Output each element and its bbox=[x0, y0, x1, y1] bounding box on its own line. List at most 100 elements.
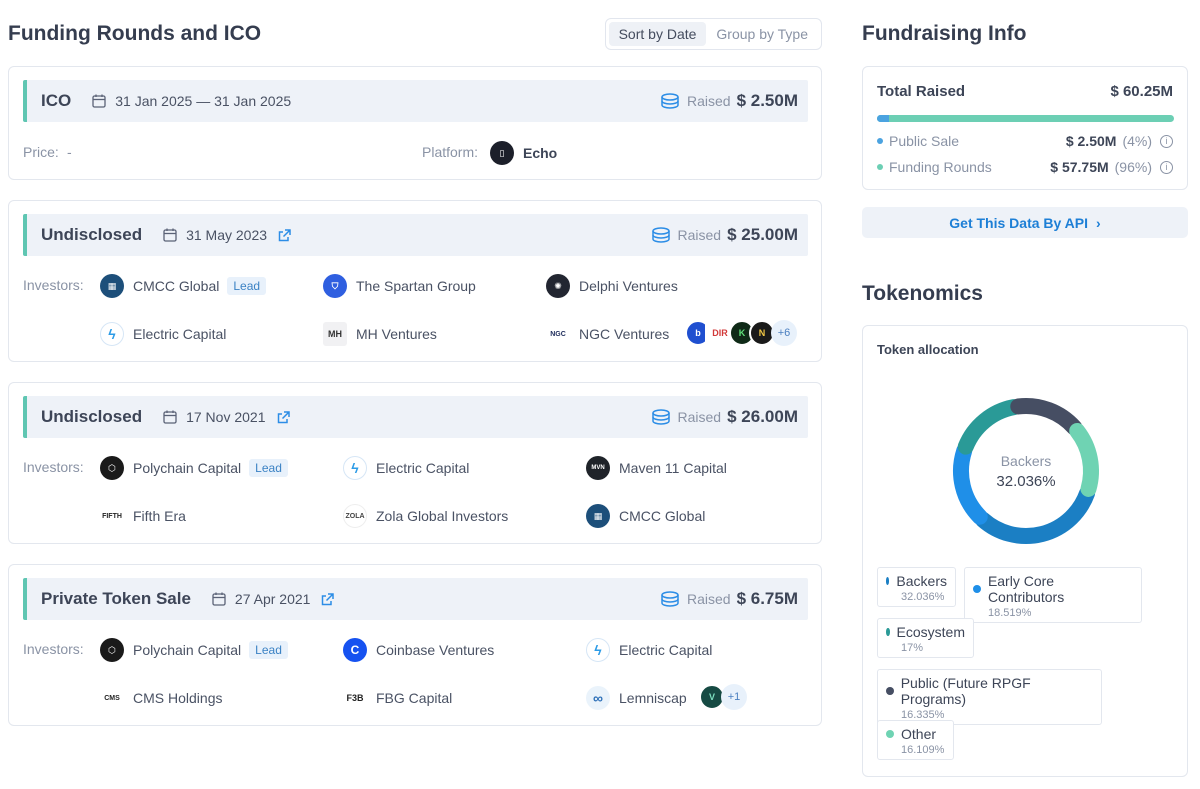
legend-item-public[interactable]: Public (Future RPGF Programs) 16.335% bbox=[877, 669, 1102, 725]
investor-item[interactable]: ϟ Electric Capital bbox=[100, 321, 226, 347]
total-raised-label: Total Raised bbox=[877, 83, 966, 100]
info-icon[interactable]: i bbox=[1160, 134, 1173, 148]
card-header: Undisclosed 17 Nov 2021 Raised $ 26.00M bbox=[23, 396, 808, 438]
card-header: Undisclosed 31 May 2023 Raised $ 25.00M bbox=[23, 214, 808, 256]
investor-item[interactable]: CMS CMS Holdings bbox=[100, 685, 222, 711]
investor-name: MH Ventures bbox=[356, 326, 437, 342]
investor-item[interactable]: ▦ CMCC Global Lead bbox=[100, 273, 267, 299]
legend-name: Early Core Contributors bbox=[987, 573, 1065, 605]
investor-name: Maven 11 Capital bbox=[619, 460, 727, 476]
investor-item[interactable]: ϟ Electric Capital bbox=[343, 455, 469, 481]
investor-item[interactable]: ✺ Delphi Ventures bbox=[546, 273, 678, 299]
mh-ventures-logo-icon: MH bbox=[323, 322, 347, 346]
card-date: 31 Jan 2025 — 31 Jan 2025 bbox=[91, 93, 291, 109]
polychain-capital-logo-icon: ⬡ bbox=[100, 456, 124, 480]
legend-item-other[interactable]: Other 16.109% bbox=[877, 720, 954, 760]
external-link-icon[interactable] bbox=[276, 410, 299, 425]
zola-global-logo-icon: ZOLA bbox=[343, 504, 367, 528]
card-title: Undisclosed bbox=[41, 407, 143, 426]
donut-center: Backers 32.036% bbox=[941, 386, 1111, 556]
ico-card: ICO 31 Jan 2025 — 31 Jan 2025 Raised $ 2… bbox=[8, 66, 822, 180]
external-link-icon[interactable] bbox=[320, 592, 343, 607]
raised-progress-bar bbox=[877, 115, 1174, 122]
sort-toggle: Sort by Date Group by Type bbox=[604, 18, 822, 50]
investor-name: Delphi Ventures bbox=[579, 278, 678, 294]
lemniscap-logo-icon: ∞ bbox=[586, 686, 610, 710]
investor-item[interactable]: NGC NGC Ventures bbox=[546, 321, 669, 347]
legend-pct: 16.109% bbox=[901, 744, 945, 756]
funding-rounds-label: Funding Rounds bbox=[889, 159, 992, 175]
public-sale-row: Public Sale $ 2.50M (4%) i bbox=[877, 133, 1173, 149]
card-header: Private Token Sale 27 Apr 2021 Raised $ … bbox=[23, 578, 808, 620]
maven-11-logo-icon: MVN bbox=[586, 456, 610, 480]
investor-name: NGC Ventures bbox=[579, 326, 670, 342]
more-investors-stack[interactable]: b DIR K N +6 bbox=[685, 320, 797, 346]
price-label: Price: bbox=[23, 144, 59, 160]
more-count: +6 bbox=[771, 320, 797, 346]
legend-item-early-core-contributors[interactable]: Early Core Contributors 18.519% bbox=[964, 567, 1142, 623]
investor-item[interactable]: MVN Maven 11 Capital bbox=[586, 455, 727, 481]
electric-capital-logo-icon: ϟ bbox=[100, 322, 124, 346]
legend-pct: 18.519% bbox=[988, 607, 1032, 619]
raised-amount: $ 25.00M bbox=[727, 225, 798, 244]
more-investors-stack[interactable]: V +1 bbox=[699, 684, 747, 710]
polychain-capital-logo-icon: ⬡ bbox=[100, 638, 124, 662]
investor-item[interactable]: FIFTH Fifth Era bbox=[100, 503, 186, 529]
fifth-era-logo-icon: FIFTH bbox=[100, 504, 124, 528]
spartan-group-logo-icon: ⛉ bbox=[323, 274, 347, 298]
investors-label: Investors: bbox=[23, 641, 84, 657]
funding-round-card: Undisclosed 17 Nov 2021 Raised $ 26.00M … bbox=[8, 382, 822, 544]
investor-item[interactable]: F3B FBG Capital bbox=[343, 685, 452, 711]
fundraising-info-card: Total Raised $ 60.25M Public Sale $ 2.50… bbox=[862, 66, 1188, 190]
coins-icon bbox=[661, 93, 679, 109]
investor-name: FBG Capital bbox=[376, 690, 453, 706]
legend-dot-icon bbox=[886, 730, 894, 738]
info-icon[interactable]: i bbox=[1160, 160, 1173, 174]
calendar-icon bbox=[163, 410, 177, 424]
fbg-capital-logo-icon: F3B bbox=[343, 686, 367, 710]
echo-logo-icon: ▯ bbox=[490, 141, 514, 165]
platform-label: Platform: bbox=[422, 144, 479, 160]
coinbase-ventures-logo-icon: C bbox=[343, 638, 367, 662]
electric-capital-logo-icon: ϟ bbox=[343, 456, 367, 480]
raised-label: Raised bbox=[677, 227, 722, 243]
card-date: 27 Apr 2021 bbox=[211, 591, 344, 607]
date-text: 27 Apr 2021 bbox=[234, 591, 311, 607]
lead-badge: Lead bbox=[249, 459, 288, 477]
external-link-icon[interactable] bbox=[277, 228, 300, 243]
investor-name: Zola Global Investors bbox=[376, 508, 509, 524]
sort-by-date-button[interactable]: Sort by Date bbox=[608, 22, 707, 46]
investor-item[interactable]: MH MH Ventures bbox=[323, 321, 437, 347]
legend-item-backers[interactable]: Backers 32.036% bbox=[877, 567, 956, 607]
investor-item[interactable]: ZOLA Zola Global Investors bbox=[343, 503, 508, 529]
funding-rounds-dot-icon bbox=[877, 164, 883, 170]
card-date: 17 Nov 2021 bbox=[162, 409, 298, 425]
legend-dot-icon bbox=[886, 577, 890, 585]
calendar-icon bbox=[163, 228, 177, 242]
investor-item[interactable]: ⛉ The Spartan Group bbox=[323, 273, 476, 299]
investor-item[interactable]: ⬡ Polychain Capital Lead bbox=[100, 637, 288, 663]
investor-item[interactable]: C Coinbase Ventures bbox=[343, 637, 494, 663]
funding-round-card: Undisclosed 31 May 2023 Raised $ 25.00M … bbox=[8, 200, 822, 362]
investor-item[interactable]: ⬡ Polychain Capital Lead bbox=[100, 455, 288, 481]
raised-info: Raised $ 25.00M bbox=[650, 214, 798, 256]
funding-rounds-value: $ 57.75M bbox=[1050, 159, 1109, 175]
investor-name: The Spartan Group bbox=[356, 278, 476, 294]
total-raised-value: $ 60.25M bbox=[1110, 83, 1173, 100]
api-button[interactable]: Get This Data By API › bbox=[862, 207, 1188, 238]
legend-item-ecosystem[interactable]: Ecosystem 17% bbox=[877, 618, 974, 658]
raised-amount: $ 2.50M bbox=[736, 91, 798, 110]
raised-info: Raised $ 6.75M bbox=[659, 578, 798, 620]
lead-badge: Lead bbox=[249, 641, 288, 659]
card-title: ICO bbox=[41, 91, 72, 110]
investor-item[interactable]: ϟ Electric Capital bbox=[586, 637, 712, 663]
investor-name: CMS Holdings bbox=[133, 690, 223, 706]
date-text: 31 Jan 2025 — 31 Jan 2025 bbox=[115, 93, 292, 109]
investor-item[interactable]: ▦ CMCC Global bbox=[586, 503, 705, 529]
platform-link[interactable]: ▯ Echo bbox=[490, 140, 557, 166]
investor-item[interactable]: ∞ Lemniscap bbox=[586, 685, 687, 711]
group-by-type-button[interactable]: Group by Type bbox=[706, 22, 818, 46]
investor-name: Fifth Era bbox=[133, 508, 186, 524]
investor-name: Lemniscap bbox=[619, 690, 687, 706]
raised-label: Raised bbox=[677, 409, 722, 425]
